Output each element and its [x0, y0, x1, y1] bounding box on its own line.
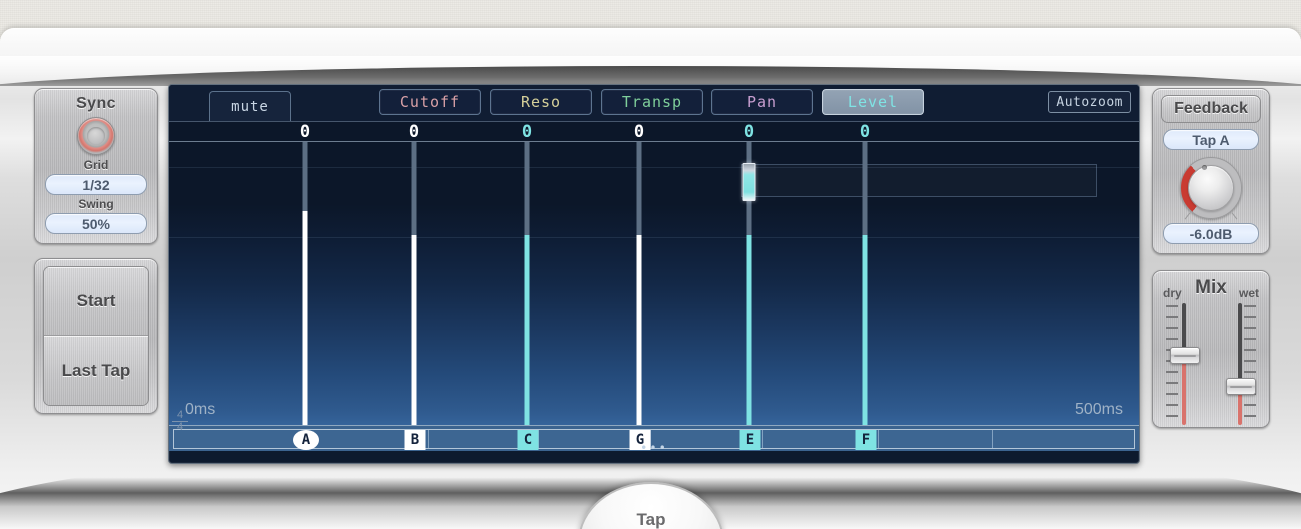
tap-label-f[interactable]: F: [855, 430, 877, 450]
knob-tick-left: [1184, 212, 1191, 220]
feedback-module: Feedback Tap A -6.0dB: [1152, 88, 1270, 254]
grid-label: Grid: [83, 158, 109, 172]
mute-toggle-c[interactable]: 0: [522, 124, 532, 141]
ruler-division: [992, 430, 993, 448]
left-control-column: Sync Grid 1/32 Swing 50% Start Last Tap: [34, 88, 158, 414]
tab-mute[interactable]: mute: [209, 91, 291, 121]
tap-label-c[interactable]: C: [517, 430, 539, 450]
tap-label-e[interactable]: E: [739, 430, 761, 450]
feedback-knob-wrap: [1161, 157, 1261, 220]
tap-stem-b: [411, 142, 417, 235]
time-signature-denominator: 4: [172, 421, 188, 433]
time-signature-numerator: 4: [176, 409, 184, 421]
plugin-window: Sync Grid 1/32 Swing 50% Start Last Tap …: [0, 0, 1301, 529]
wet-label: wet: [1238, 286, 1259, 300]
mix-sliders: [1161, 301, 1261, 427]
tap-name-ruler[interactable]: ABCGEF •••: [169, 425, 1139, 454]
mute-toggle-g[interactable]: 0: [634, 124, 644, 141]
wet-slider-ticks: [1244, 305, 1256, 423]
gridline: [169, 237, 1139, 238]
feedback-value[interactable]: -6.0dB: [1163, 223, 1259, 244]
grid-value[interactable]: 1/32: [45, 174, 147, 195]
tap-editor-display[interactable]: mute Cutoff Reso Transp Pan Level Autozoom 0…: [168, 84, 1140, 464]
autozoom-button[interactable]: Autozoom: [1048, 91, 1131, 113]
mute-toggle-f[interactable]: 0: [860, 124, 870, 141]
mix-header: dry Mix wet: [1161, 277, 1261, 301]
mute-toggle-a[interactable]: 0: [300, 124, 310, 141]
mute-toggle-e[interactable]: 0: [744, 124, 754, 141]
tab-cutoff[interactable]: Cutoff: [379, 89, 481, 115]
ruler-division: [428, 430, 429, 448]
knob-tick-right: [1231, 212, 1238, 220]
tap-bar-g[interactable]: [636, 235, 642, 425]
right-control-column: Feedback Tap A -6.0dB dry Mix wet: [1152, 88, 1270, 428]
dry-slider[interactable]: [1166, 301, 1200, 427]
tab-reso[interactable]: Reso: [490, 89, 592, 115]
display-tabbar: mute Cutoff Reso Transp Pan Level Autozoom: [169, 85, 1139, 121]
dry-slider-ticks: [1166, 305, 1178, 423]
transport-module: Start Last Tap: [34, 258, 158, 414]
swing-label: Swing: [78, 197, 114, 211]
ruler-division: [878, 430, 879, 448]
swing-value[interactable]: 50%: [45, 213, 147, 234]
mute-toggle-b[interactable]: 0: [409, 124, 419, 141]
selection-box[interactable]: [741, 164, 1097, 197]
tap-label-b[interactable]: B: [404, 430, 426, 450]
start-button[interactable]: Start: [44, 267, 148, 336]
sync-title: Sync: [76, 95, 116, 112]
tap-stem-g: [636, 142, 642, 235]
feedback-knob[interactable]: [1180, 157, 1242, 220]
wet-slider-thumb[interactable]: [1226, 378, 1256, 395]
feedback-button[interactable]: Feedback: [1161, 95, 1261, 123]
ruler-division: [762, 430, 763, 448]
time-signature[interactable]: 4 4: [172, 410, 188, 433]
tap-bar-e[interactable]: [746, 235, 752, 425]
mute-indicator-row[interactable]: 0 0 0 0 0 0: [169, 121, 1139, 142]
knob-cap: [1188, 165, 1234, 211]
tap-stem-f: [862, 142, 868, 235]
dry-slider-thumb[interactable]: [1170, 346, 1200, 364]
dry-slider-track: [1182, 303, 1186, 425]
time-start-label: 0ms: [185, 401, 216, 418]
sync-led-icon[interactable]: [77, 117, 115, 155]
tap-bar-b[interactable]: [411, 235, 417, 425]
time-end-label: 500ms: [1074, 401, 1123, 418]
tap-graph[interactable]: 0ms 500ms: [169, 142, 1139, 425]
feedback-tap-select[interactable]: Tap A: [1163, 129, 1259, 150]
knob-pointer-dot: [1202, 165, 1207, 170]
sync-module: Sync Grid 1/32 Swing 50%: [34, 88, 158, 244]
tap-stem-a: [302, 142, 308, 211]
transport-button-stack: Start Last Tap: [43, 266, 149, 406]
tap-label-a[interactable]: A: [293, 430, 319, 450]
tap-stem-c: [524, 142, 530, 235]
tab-pan[interactable]: Pan: [711, 89, 813, 115]
tab-level[interactable]: Level: [822, 89, 924, 115]
tab-transp[interactable]: Transp: [601, 89, 703, 115]
overflow-dots[interactable]: •••: [640, 442, 668, 454]
wet-slider-track: [1238, 303, 1242, 425]
tap-level-handle-e[interactable]: [742, 163, 756, 201]
top-bezel-shadow: [0, 56, 1301, 86]
tap-bar-c[interactable]: [524, 235, 530, 425]
wet-slider[interactable]: [1222, 301, 1256, 427]
tap-bar-a[interactable]: [302, 211, 308, 425]
last-tap-button[interactable]: Last Tap: [44, 336, 148, 405]
sync-led-wrap: [43, 117, 149, 155]
tap-bar-f[interactable]: [862, 235, 868, 425]
mix-module: dry Mix wet: [1152, 270, 1270, 428]
